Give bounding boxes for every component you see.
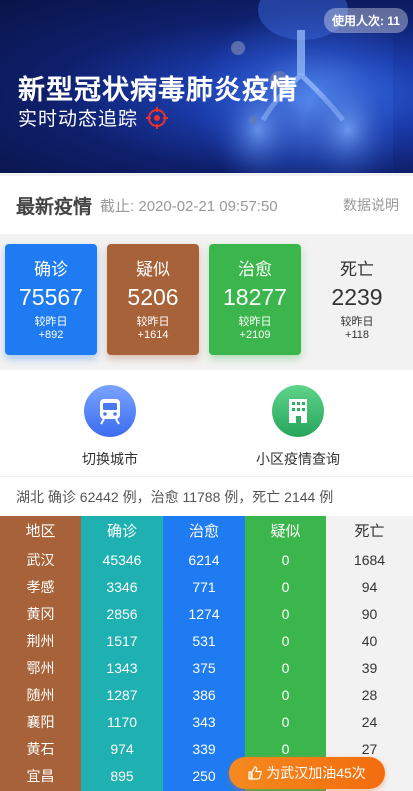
- switch-city-button[interactable]: 切换城市: [70, 385, 150, 469]
- table-cell: 黄石: [26, 741, 55, 757]
- table-cell: 0: [281, 606, 290, 622]
- column-header[interactable]: 地区: [0, 516, 81, 547]
- table-cell: 荆州: [26, 633, 55, 649]
- table-cell: 1517: [106, 633, 138, 649]
- table-cell: 1170: [106, 714, 138, 730]
- stat-label: 死亡: [340, 260, 374, 279]
- stat-label: 确诊: [34, 260, 68, 279]
- table-cell: 339: [192, 741, 216, 757]
- cheer-wuhan-button[interactable]: 为武汉加油45次: [229, 757, 385, 789]
- stat-compare: 较昨日: [340, 316, 374, 328]
- column-header[interactable]: 疑似: [245, 516, 326, 547]
- thumbs-up-icon: [248, 766, 262, 780]
- stat-value: 75567: [19, 284, 83, 310]
- building-icon: [272, 385, 324, 437]
- stat-cured: 治愈 18277 较昨日 +2109: [209, 244, 301, 355]
- stat-delta: +118: [345, 329, 369, 341]
- table-cell: 39: [361, 660, 378, 676]
- table-cell: 45346: [102, 552, 142, 568]
- train-icon: [84, 385, 136, 437]
- update-time: 截止: 2020-02-21 09:57:50: [100, 197, 278, 215]
- column-suspected: 疑似 0 0 0 0 0 0 0 0: [245, 516, 326, 791]
- stat-dead: 死亡 2239 较昨日 +118: [311, 244, 403, 355]
- banner-title: 新型冠状病毒肺炎疫情: [18, 75, 298, 105]
- table-cell: 3346: [106, 579, 138, 595]
- table-cell: 24: [361, 714, 378, 730]
- table-cell: 2856: [106, 606, 138, 622]
- banner-subtitle-text: 实时动态追踪: [18, 109, 139, 130]
- stat-compare: 较昨日: [34, 316, 68, 328]
- stat-delta: +2109: [239, 329, 271, 341]
- table-cell: 0: [281, 714, 290, 730]
- table-cell: 6214: [188, 552, 220, 568]
- table-cell: 武汉: [26, 552, 55, 568]
- stat-value: 2239: [331, 284, 383, 310]
- usage-count-badge: 使用人次: 11: [323, 8, 408, 33]
- table-cell: 襄阳: [26, 714, 55, 730]
- table-cell: 0: [281, 579, 290, 595]
- table-cell: 40: [361, 633, 378, 649]
- stat-compare: 较昨日: [238, 316, 272, 328]
- banner: 新型冠状病毒肺炎疫情 实时动态追踪 使用人次: 11: [0, 0, 413, 173]
- table-cell: 771: [192, 579, 216, 595]
- stat-label: 疑似: [136, 260, 170, 279]
- stat-value: 18277: [223, 284, 287, 310]
- column-header[interactable]: 治愈: [163, 516, 245, 547]
- column-confirmed: 确诊 45346 3346 2856 1517 1343 1287 1170 9…: [81, 516, 163, 791]
- stat-value: 5206: [127, 284, 179, 310]
- table-cell: 1274: [188, 606, 220, 622]
- banner-subtitle: 实时动态追踪: [18, 104, 169, 131]
- column-region: 地区 武汉 孝感 黄冈 荆州 鄂州 随州 襄阳 黄石 宜昌: [0, 516, 81, 791]
- table-cell: 94: [361, 579, 378, 595]
- table-cell: 90: [361, 606, 378, 622]
- column-header[interactable]: 死亡: [326, 516, 413, 547]
- column-cured: 治愈 6214 771 1274 531 375 386 343 339 250: [163, 516, 245, 791]
- stat-suspected: 疑似 5206 较昨日 +1614: [107, 244, 199, 355]
- stat-compare: 较昨日: [136, 316, 170, 328]
- stat-confirmed: 确诊 75567 较昨日 +892: [5, 244, 97, 355]
- table-cell: 28: [361, 687, 378, 703]
- quick-entries: 切换城市 小区疫情查询: [0, 370, 413, 476]
- community-query-label: 小区疫情查询: [256, 451, 340, 467]
- table-cell: 0: [281, 687, 290, 703]
- community-query-button[interactable]: 小区疫情查询: [240, 385, 356, 469]
- table-cell: 1684: [353, 552, 386, 568]
- table-cell: 孝感: [26, 579, 55, 595]
- table-cell: 375: [192, 660, 216, 676]
- column-header[interactable]: 确诊: [81, 516, 163, 547]
- section-title: 最新疫情: [16, 196, 93, 218]
- table-cell: 0: [281, 633, 290, 649]
- table-cell: 0: [281, 660, 290, 676]
- stats-panel: 确诊 75567 较昨日 +892 疑似 5206 较昨日 +1614 治愈 1…: [0, 234, 413, 370]
- table-cell: 鄂州: [26, 660, 55, 676]
- table-cell: 343: [192, 714, 216, 730]
- stat-delta: +892: [38, 329, 64, 341]
- table-cell: 974: [110, 741, 134, 757]
- region-table: 地区 武汉 孝感 黄冈 荆州 鄂州 随州 襄阳 黄石 宜昌 确诊 45346 3…: [0, 516, 413, 791]
- table-cell: 895: [110, 768, 134, 784]
- province-summary: 湖北 确诊 62442 例，治愈 11788 例，死亡 2144 例: [0, 476, 413, 516]
- data-description-link[interactable]: 数据说明: [343, 195, 399, 215]
- column-dead: 死亡 1684 94 90 40 39 28 24 27: [326, 516, 413, 791]
- table-cell: 0: [281, 552, 290, 568]
- crosshair-icon: [146, 106, 169, 129]
- table-cell: 黄冈: [26, 606, 55, 622]
- latest-header: 最新疫情 截止: 2020-02-21 09:57:50 数据说明: [0, 176, 413, 234]
- table-cell: 1343: [106, 660, 138, 676]
- table-cell: 386: [192, 687, 216, 703]
- table-cell: 宜昌: [26, 768, 55, 784]
- table-cell: 531: [192, 633, 216, 649]
- cheer-label: 为武汉加油45次: [266, 765, 366, 781]
- stat-label: 治愈: [238, 260, 272, 279]
- table-cell: 随州: [26, 687, 55, 703]
- stat-delta: +1614: [137, 329, 169, 341]
- switch-city-label: 切换城市: [82, 451, 138, 467]
- table-cell: 1287: [106, 687, 138, 703]
